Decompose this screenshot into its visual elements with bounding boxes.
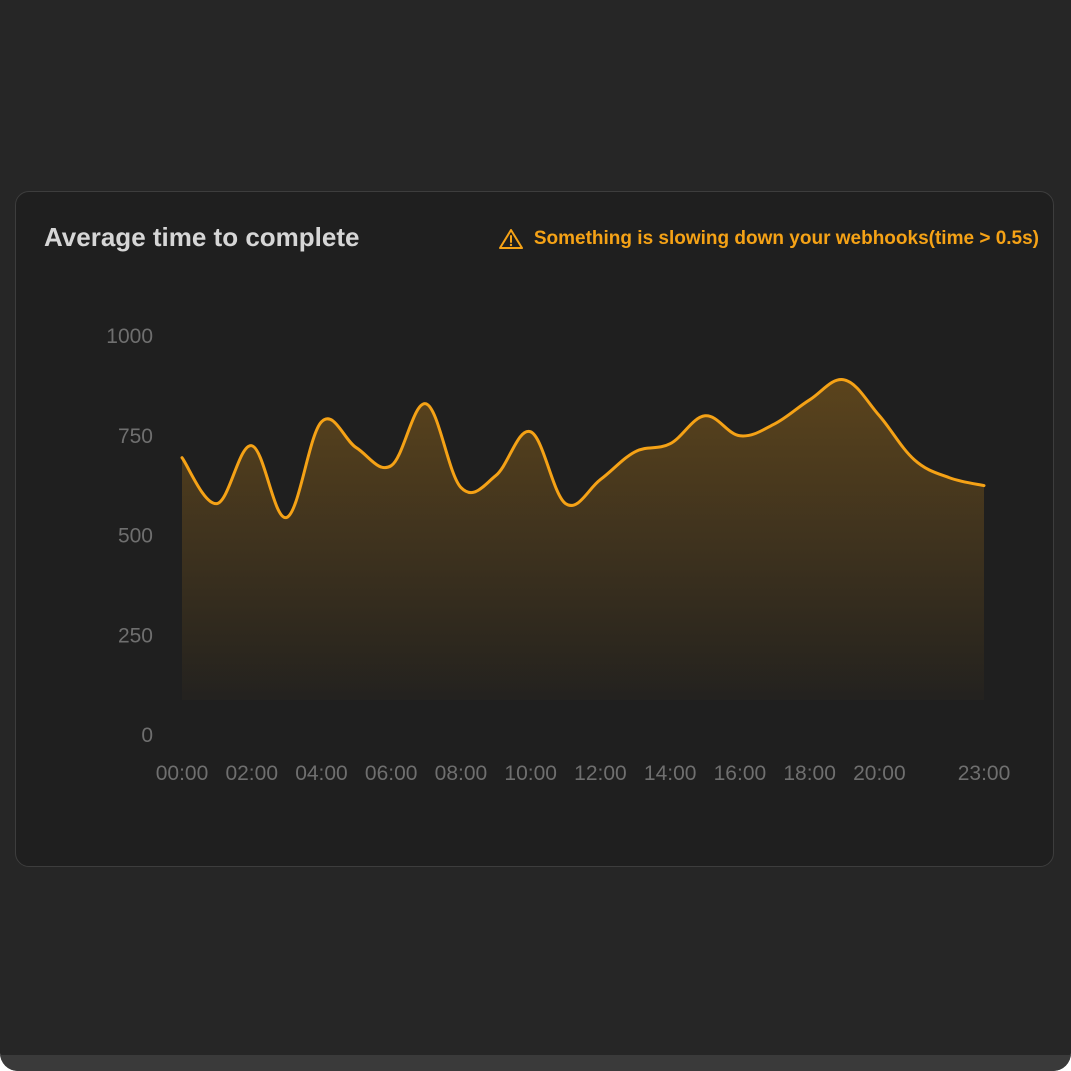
x-tick-label: 02:00 [225,762,278,785]
x-tick-label: 04:00 [295,762,348,785]
x-tick-label: 08:00 [435,762,488,785]
x-tick-label: 00:00 [156,762,209,785]
y-tick-label: 250 [118,624,153,647]
y-axis: 0 250 500 750 1000 [106,325,153,747]
x-tick-label: 20:00 [853,762,906,785]
y-tick-label: 750 [118,425,153,448]
x-tick-label: 23:00 [958,762,1011,785]
x-tick-label: 14:00 [644,762,697,785]
frame-bottom-edge [0,1055,1071,1071]
series-area-fill [182,379,984,700]
x-tick-label: 06:00 [365,762,418,785]
app-background: Average time to complete Something is sl… [0,0,1071,1071]
x-tick-label: 18:00 [783,762,836,785]
area-chart: 0 250 500 750 1000 00:00 02:00 04:00 06:00 08:00… [106,325,1011,785]
x-tick-label: 12:00 [574,762,627,785]
y-tick-label: 0 [141,724,153,747]
y-tick-label: 500 [118,525,153,548]
x-tick-label: 10:00 [504,762,557,785]
x-axis: 00:00 02:00 04:00 06:00 08:00 10:00 12:00 14:00… [156,762,1011,785]
x-tick-label: 16:00 [714,762,767,785]
series-layer [180,378,986,700]
y-tick-label: 1000 [106,325,153,348]
